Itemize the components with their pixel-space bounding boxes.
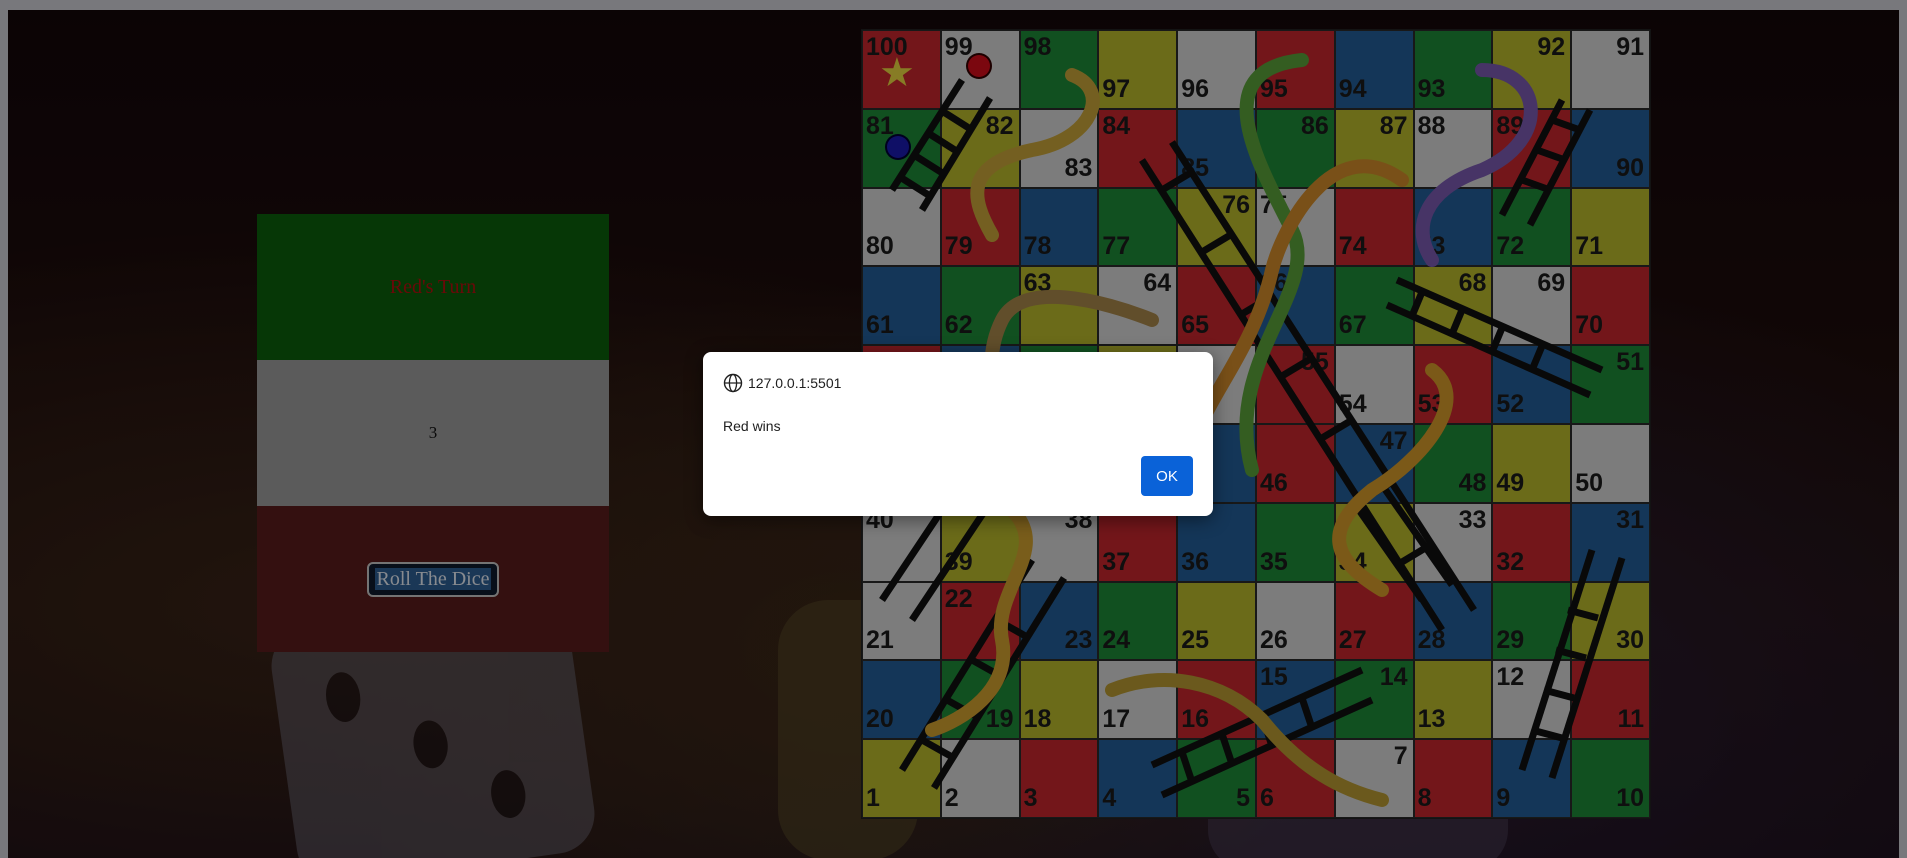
alert-dialog: 127.0.0.1:5501 Red wins OK xyxy=(703,352,1213,516)
ok-button[interactable]: OK xyxy=(1141,456,1193,496)
dialog-origin: 127.0.0.1:5501 xyxy=(748,375,842,391)
dialog-message: Red wins xyxy=(723,418,781,434)
globe-icon xyxy=(723,373,743,393)
